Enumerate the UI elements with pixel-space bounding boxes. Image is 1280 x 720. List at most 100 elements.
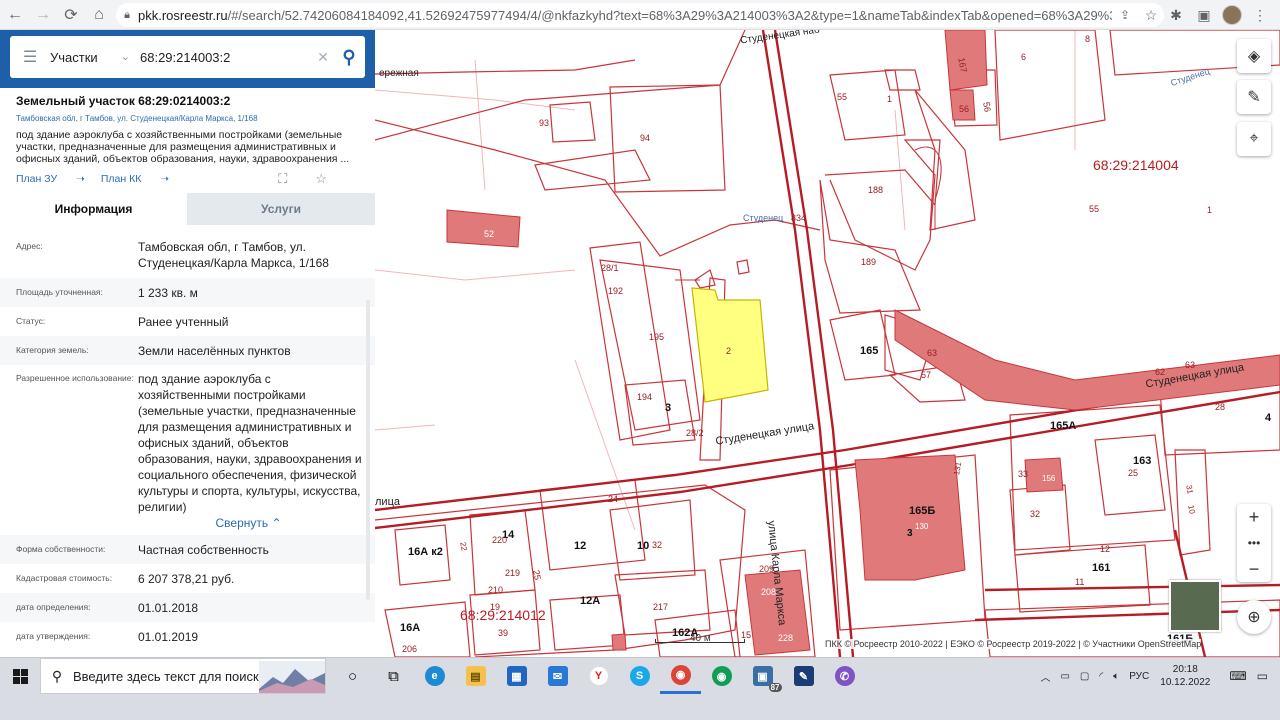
notification-badge: 87 (768, 683, 782, 692)
field-value: 6 207 378,21 руб. (138, 572, 235, 586)
clear-icon[interactable]: ✕ (313, 49, 333, 66)
taskbar-search[interactable]: ⚲ Введите здесь текст для поиска (40, 658, 326, 694)
share-icon[interactable]: ⇪ (1112, 8, 1138, 22)
map-attribution[interactable]: ПКК © Росреестр 2010-2022 | ЕЭКО © Росре… (825, 639, 1202, 649)
field-list: Адрес: Тамбовская обл, г Тамбов, ул. Сту… (0, 225, 375, 651)
field-row: Категория земель: Земли населённых пункт… (0, 336, 375, 365)
field-row: Статус: Ранее учтенный (0, 307, 375, 336)
scale-label: 40 м (690, 633, 711, 644)
reload-icon[interactable]: ⟳ (58, 2, 84, 28)
lock-icon[interactable]: 🔒︎ (116, 9, 138, 22)
mail-icon[interactable]: ✉ (537, 658, 578, 694)
task-view-icon[interactable]: ⧉ (373, 658, 414, 694)
field-key: Форма собственности: (16, 544, 106, 554)
field-row: Площадь уточненная: 1 233 кв. м (0, 278, 375, 307)
search-icon[interactable]: ⚲ (333, 47, 365, 68)
field-key: Площадь уточненная: (16, 287, 103, 297)
edge-icon[interactable]: e (414, 658, 455, 694)
skype-icon[interactable]: S (619, 658, 660, 694)
menu-icon[interactable]: ⋮ (1248, 3, 1272, 27)
parcel-address[interactable]: Тамбовская обл, г Тамбов, ул. Студенецка… (16, 114, 359, 124)
plan-kk-link[interactable]: План КК ➝ (101, 173, 169, 185)
search-input[interactable]: 68:29:214003:2 (136, 50, 313, 65)
layers-button[interactable]: ◈ (1237, 39, 1271, 73)
field-key: дата определения: (16, 602, 91, 612)
more-icon[interactable]: ••• (1237, 530, 1271, 556)
tab-services[interactable]: Услуги (187, 193, 375, 225)
search-type-select[interactable]: Участки ⌄ (50, 50, 136, 65)
wifi-icon[interactable]: ◜ (1099, 671, 1103, 682)
field-value: Земли населённых пунктов (138, 344, 291, 358)
map-canvas[interactable] (375, 30, 1280, 657)
system-tray: ︿ ▭ ▢ ◜ 🔈︎ РУС 20:18 10.12.2022 ⌨ ▭ (1035, 658, 1280, 694)
field-value: под здание аэроклуба с хозяйственными по… (138, 372, 362, 514)
language-indicator[interactable]: РУС (1129, 671, 1149, 682)
field-value: Тамбовская обл, г Тамбов, ул. Студенецка… (138, 240, 329, 270)
browser-toolbar: ← → ⟳ ⌂ 🔒︎ pkk.rosreestr.ru/#/search/52.… (0, 0, 1280, 30)
parcel-title: Земельный участок 68:29:0214003:2 (16, 94, 231, 108)
viber-icon[interactable]: ✆ (824, 658, 865, 694)
collapse-link[interactable]: Свернуть ⌃ (16, 516, 363, 536)
zoom-to-parcel-icon[interactable]: ⛶ (278, 171, 287, 187)
battery-icon[interactable]: ▭ (1060, 671, 1069, 682)
field-row: Кадастровая стоимость: 6 207 378,21 руб. (0, 564, 375, 593)
extensions-icon[interactable]: ✱ (1164, 3, 1188, 27)
favorite-star-icon[interactable]: ☆ (315, 171, 327, 187)
bookmark-star-icon[interactable]: ☆ (1138, 7, 1164, 24)
chrome-icon[interactable]: ◉ (660, 658, 701, 694)
store-icon[interactable]: ▦ (496, 658, 537, 694)
collapse-label: Свернуть (215, 515, 269, 530)
cortana-icon[interactable]: ○ (332, 658, 373, 694)
meet-icon[interactable]: ▢ (1080, 671, 1089, 682)
volume-icon[interactable]: 🔈︎ (1113, 671, 1119, 682)
field-row: дата утверждения: 01.01.2019 (0, 622, 375, 651)
field-row: Форма собственности: Частная собственнос… (0, 535, 375, 564)
plan-kk-label: План КК (100, 173, 142, 185)
field-value: 1 233 кв. м (138, 286, 198, 300)
screenshot-tool-icon[interactable]: ▣ 87 (742, 658, 783, 694)
sidepanel-icon[interactable]: ▣ (1192, 3, 1216, 27)
panel-scrollbar[interactable] (366, 300, 370, 600)
address-bar[interactable]: 🔒︎ pkk.rosreestr.ru/#/search/52.74206084… (116, 3, 1164, 27)
basemap-switcher[interactable] (1169, 580, 1221, 632)
url-path: /#/search/52.74206084184092,41.526924759… (227, 7, 1112, 23)
selected-parcel[interactable] (691, 287, 769, 403)
url-text[interactable]: pkk.rosreestr.ru/#/search/52.74206084184… (138, 8, 1112, 23)
chrome-profile-icon[interactable]: ◉ (701, 658, 742, 694)
show-hidden-icons[interactable]: ︿ (1040, 669, 1050, 684)
clock[interactable]: 20:18 10.12.2022 (1160, 663, 1210, 689)
field-value: Ранее учтенный (138, 315, 229, 329)
start-button[interactable] (0, 658, 40, 694)
field-row: Разрешенное использование: под здание аэ… (0, 365, 375, 535)
search-header: ☰ Участки ⌄ 68:29:214003:2 ✕ ⚲ (0, 30, 375, 88)
yandex-browser-icon[interactable]: Y (578, 658, 619, 694)
zoom-out-button[interactable]: − (1237, 556, 1271, 582)
file-explorer-icon[interactable]: ▤ (455, 658, 496, 694)
cadastral-map[interactable]: 68:29:214004 68:29:214012 Студенецкая ул… (375, 30, 1280, 657)
parcel-links: План ЗУ ➝ План КК ➝ ⛶ ☆ (16, 171, 359, 187)
plan-zu-link[interactable]: План ЗУ ➝ (16, 173, 85, 185)
locate-button[interactable]: ⌖ (1237, 122, 1271, 156)
keyboard-icon[interactable]: ⌨ (1229, 669, 1246, 683)
url-host: pkk.rosreestr.ru (138, 7, 228, 23)
taskbar-search-placeholder: Введите здесь текст для поиска (73, 668, 267, 684)
clock-time: 20:18 (1172, 664, 1198, 675)
profile-avatar[interactable] (1220, 3, 1244, 27)
field-row: Адрес: Тамбовская обл, г Тамбов, ул. Сту… (0, 233, 375, 278)
field-value: Частная собственность (138, 543, 269, 557)
compass-button[interactable]: ⊕ (1237, 600, 1271, 634)
search-type-label: Участки (50, 49, 98, 65)
zoom-in-button[interactable]: + (1237, 504, 1271, 530)
home-icon[interactable]: ⌂ (86, 2, 112, 28)
notes-app-icon[interactable]: ✎ (783, 658, 824, 694)
notifications-icon[interactable]: ▭ (1257, 669, 1268, 683)
back-icon[interactable]: ← (2, 2, 28, 28)
forward-icon[interactable]: → (30, 2, 56, 28)
field-value: 01.01.2019 (138, 630, 199, 644)
search-icon: ⚲ (51, 667, 63, 684)
search-box: ☰ Участки ⌄ 68:29:214003:2 ✕ ⚲ (10, 36, 365, 78)
hamburger-menu-icon[interactable]: ☰ (10, 47, 50, 67)
tab-information[interactable]: Информация (0, 193, 187, 225)
field-key: Адрес: (16, 241, 43, 251)
measure-button[interactable]: ✎ (1237, 80, 1271, 114)
